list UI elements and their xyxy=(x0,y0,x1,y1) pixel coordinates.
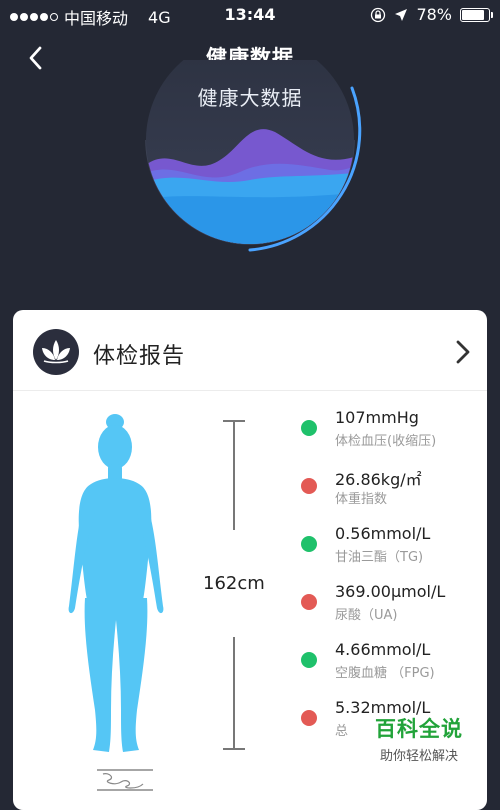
battery-icon xyxy=(460,7,493,22)
status-bar: 中国移动 4G 13:44 78% xyxy=(0,0,500,30)
watermark-subtitle: 助你轻松解决 xyxy=(379,749,458,764)
metric-value: 107mmHg xyxy=(335,408,419,427)
lotus-icon xyxy=(33,329,79,375)
metric-value: 369.00μmol/L xyxy=(335,582,446,601)
card-title: 体检报告 xyxy=(93,344,186,369)
metric-label: 体重指数 xyxy=(335,492,388,507)
watermark-logo: 百科全说 助你轻松解决 xyxy=(364,713,474,764)
metric-value: 0.56mmol/L xyxy=(335,524,431,543)
metric-label: 尿酸（UA) xyxy=(335,608,398,623)
battery-percent: 78% xyxy=(416,5,452,24)
spring-scale-icon xyxy=(97,769,153,791)
health-big-data-graphic[interactable]: 健康大数据 xyxy=(130,60,370,260)
status-dot-normal xyxy=(301,652,317,668)
metric-triglycerides[interactable]: 0.56mmol/L 甘油三酯（TG) xyxy=(301,524,481,574)
metric-value: 26.86kg/㎡ xyxy=(335,470,422,489)
watermark-title: 百科全说 xyxy=(375,717,463,741)
metric-blood-pressure[interactable]: 107mmHg 体检血压(收缩压) xyxy=(301,408,481,458)
metric-value: 4.66mmol/L xyxy=(335,640,431,659)
location-arrow-icon xyxy=(395,8,408,21)
metric-bmi[interactable]: 26.86kg/㎡ 体重指数 xyxy=(301,466,481,516)
metric-uric-acid[interactable]: 369.00μmol/L 尿酸（UA) xyxy=(301,582,481,632)
chevron-right-icon[interactable] xyxy=(453,338,473,366)
status-dot-abnormal xyxy=(301,710,317,726)
status-dot-abnormal xyxy=(301,478,317,494)
rotation-lock-icon xyxy=(371,7,386,22)
body-silhouette-icon xyxy=(68,414,164,752)
height-value: 162cm xyxy=(203,573,265,594)
metric-label: 总 xyxy=(335,724,349,739)
metric-label: 甘油三酯（TG) xyxy=(335,550,424,565)
metric-label: 体检血压(收缩压) xyxy=(335,434,437,449)
hero-title: 健康大数据 xyxy=(197,86,303,110)
metric-label: 空腹血糖 （FPG) xyxy=(335,666,435,681)
status-dot-normal xyxy=(301,420,317,436)
status-dot-abnormal xyxy=(301,594,317,610)
status-dot-normal xyxy=(301,536,317,552)
metric-fasting-glucose[interactable]: 4.66mmol/L 空腹血糖 （FPG) xyxy=(301,640,481,690)
card-header[interactable]: 体检报告 xyxy=(13,310,487,391)
